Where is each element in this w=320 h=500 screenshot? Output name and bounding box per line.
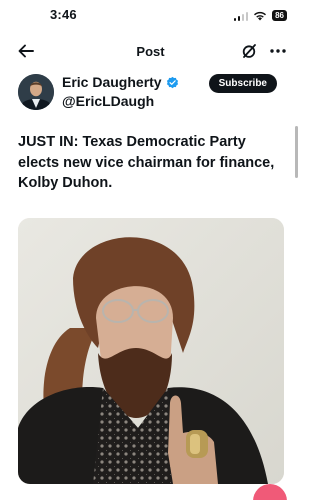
post-image[interactable] (18, 218, 284, 484)
post-author: Eric Daugherty @EricLDaugh Subscribe (18, 72, 283, 116)
status-time: 3:46 (50, 7, 77, 22)
author-handle[interactable]: @EricLDaugh (62, 93, 154, 109)
post-text: JUST IN: Texas Democratic Party elects n… (18, 134, 275, 191)
author-name[interactable]: Eric Daugherty (62, 74, 179, 90)
avatar[interactable] (18, 74, 54, 110)
status-bar: 3:46 86 (0, 0, 301, 32)
more-icon[interactable] (269, 43, 287, 59)
scroll-indicator[interactable] (295, 126, 298, 178)
status-icons: 86 (233, 10, 287, 21)
author-name-text: Eric Daugherty (62, 74, 162, 90)
verified-icon (166, 76, 178, 88)
grok-icon[interactable] (241, 43, 257, 59)
wifi-icon (254, 11, 267, 20)
compose-button[interactable] (253, 484, 287, 500)
subscribe-button[interactable]: Subscribe (208, 74, 277, 93)
signal-icon (233, 11, 249, 21)
top-nav: Post (0, 38, 301, 64)
battery-icon: 86 (272, 10, 287, 21)
